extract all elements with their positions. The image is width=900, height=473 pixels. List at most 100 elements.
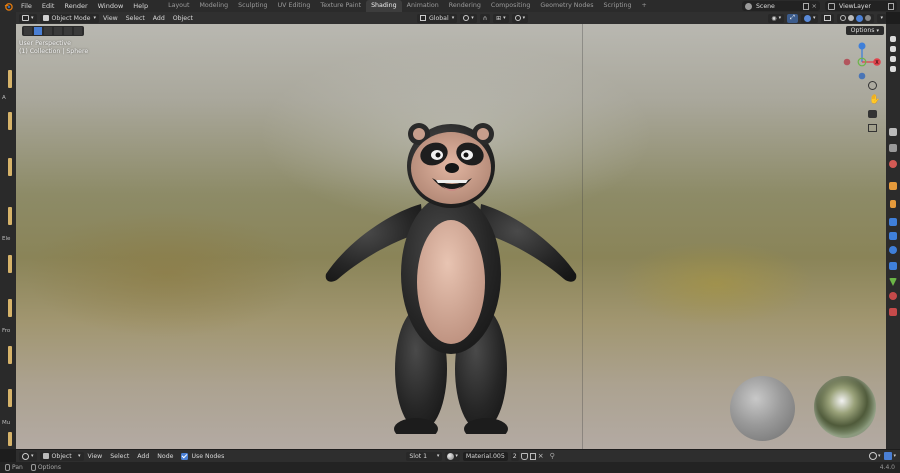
rendered-shading-icon[interactable]: [865, 15, 872, 21]
object-menu[interactable]: Object: [169, 15, 197, 22]
grid-view-icon[interactable]: [868, 124, 877, 132]
node-editor-type-button[interactable]: ▾: [19, 451, 37, 461]
pivot-point-button[interactable]: ▾: [460, 13, 477, 23]
node-select-menu[interactable]: Select: [106, 453, 133, 460]
slot-dropdown[interactable]: Slot 1 ▾: [406, 451, 443, 461]
scene-copy-icon[interactable]: [802, 2, 809, 10]
select-intersect-icon[interactable]: [74, 27, 82, 35]
select-menu[interactable]: Select: [122, 15, 149, 22]
material-browse-icon[interactable]: [447, 452, 455, 460]
material-icon[interactable]: [889, 292, 897, 300]
node-add-menu[interactable]: Add: [133, 453, 153, 460]
render-icon[interactable]: [890, 36, 896, 42]
shader-type-dropdown[interactable]: Object ▾: [39, 451, 84, 461]
tweak-tool-icon[interactable]: [24, 27, 32, 35]
select-invert-icon[interactable]: [64, 27, 72, 35]
3d-viewport[interactable]: User Perspective (1) Collection | Sphere…: [16, 24, 886, 449]
add-workspace-button[interactable]: +: [637, 0, 652, 12]
select-extend-icon[interactable]: [44, 27, 52, 35]
duplicate-material-icon[interactable]: [529, 452, 536, 460]
mesh-data-icon[interactable]: [889, 278, 897, 286]
object-data-icon[interactable]: [890, 200, 896, 208]
viewlayer-selector[interactable]: ViewLayer: [825, 1, 897, 11]
bear-character-model[interactable]: [316, 94, 586, 434]
eye-icon: ◉: [771, 14, 777, 22]
output-icon[interactable]: [890, 46, 896, 52]
material-preview-icon[interactable]: [856, 14, 864, 22]
navigation-gizmo[interactable]: X: [842, 42, 882, 82]
magnet-icon: ∩: [482, 14, 488, 22]
fake-user-shield-icon[interactable]: [520, 452, 528, 460]
shading-mode-buttons[interactable]: [837, 13, 875, 23]
scene-props-icon[interactable]: [890, 66, 896, 72]
snap-target-button[interactable]: ⊞ ▾: [493, 13, 509, 23]
xray-toggle-button[interactable]: [821, 13, 835, 23]
menu-window[interactable]: Window: [93, 0, 129, 12]
zoom-icon[interactable]: [868, 81, 877, 90]
view-layer-icon[interactable]: [890, 56, 896, 62]
shading-options-button[interactable]: ▾: [877, 13, 886, 23]
scene-selector[interactable]: Scene ×: [742, 1, 820, 11]
tab-scripting[interactable]: Scripting: [599, 0, 637, 12]
tab-animation[interactable]: Animation: [402, 0, 444, 12]
snap-button[interactable]: ∩: [479, 13, 491, 23]
menu-file[interactable]: File: [16, 0, 37, 12]
menu-render[interactable]: Render: [59, 0, 92, 12]
tab-modeling[interactable]: Modeling: [195, 0, 234, 12]
tab-shading[interactable]: Shading: [366, 0, 402, 12]
left-strip-marker: [8, 255, 12, 273]
blender-logo-icon[interactable]: [3, 1, 13, 11]
material-name-field[interactable]: Material.005: [462, 451, 508, 461]
tab-geometry-nodes[interactable]: Geometry Nodes: [535, 0, 598, 12]
world-icon[interactable]: [889, 144, 897, 152]
add-menu[interactable]: Add: [149, 15, 169, 22]
node-snap-icon[interactable]: [884, 452, 893, 460]
menu-edit[interactable]: Edit: [37, 0, 60, 12]
options-button[interactable]: Options ▾: [845, 26, 884, 35]
tab-layout[interactable]: Layout: [163, 0, 194, 12]
chevron-down-icon: ▾: [503, 15, 506, 21]
material-selector[interactable]: ▾: [445, 451, 460, 461]
snap-target-icon: ⊞: [496, 14, 502, 22]
node-view-menu[interactable]: View: [84, 453, 107, 460]
node-overlay-icon[interactable]: [868, 452, 877, 460]
menu-help[interactable]: Help: [128, 0, 153, 12]
solid-shading-icon[interactable]: [848, 15, 855, 21]
gizmo-toggle-button[interactable]: ⤢: [787, 13, 798, 23]
overlay-toggle-button[interactable]: ▾: [800, 13, 819, 23]
use-nodes-toggle[interactable]: Use Nodes: [177, 452, 228, 460]
visibility-button[interactable]: ◉ ▾: [768, 13, 785, 23]
select-subtract-icon[interactable]: [54, 27, 62, 35]
neg-x-axis-handle: [843, 58, 851, 66]
modifier-wrench-icon[interactable]: [889, 218, 897, 226]
object-mode-dropdown[interactable]: Object Mode ▾: [39, 13, 100, 23]
tab-rendering[interactable]: Rendering: [444, 0, 486, 12]
texture-icon[interactable]: [889, 308, 897, 316]
tab-sculpting[interactable]: Sculpting: [233, 0, 272, 12]
camera-view-icon[interactable]: [868, 110, 877, 118]
object-icon[interactable]: [889, 182, 897, 190]
tool-icon[interactable]: [889, 128, 897, 136]
physics-icon[interactable]: [889, 246, 897, 254]
proportional-editing-button[interactable]: ▾: [511, 13, 529, 23]
select-box-icon[interactable]: [34, 27, 42, 35]
view-menu[interactable]: View: [99, 15, 122, 22]
tab-texture-paint[interactable]: Texture Paint: [315, 0, 366, 12]
tab-uv-editing[interactable]: UV Editing: [273, 0, 316, 12]
use-nodes-checkbox[interactable]: [181, 452, 189, 460]
material-user-count[interactable]: 2: [510, 451, 519, 461]
unlink-material-close-icon[interactable]: ×: [538, 452, 544, 460]
pin-icon[interactable]: ⚲: [550, 452, 555, 460]
editor-type-button[interactable]: ▾: [19, 13, 37, 23]
transform-orientation-dropdown[interactable]: Global ▾: [416, 13, 458, 23]
constraints-icon[interactable]: [889, 262, 897, 270]
wireframe-shading-icon[interactable]: [840, 15, 847, 21]
node-menu[interactable]: Node: [153, 453, 177, 460]
viewlayer-copy-icon[interactable]: [888, 2, 894, 10]
scene-close-icon[interactable]: ×: [812, 2, 817, 10]
object-mode-icon: [42, 15, 49, 21]
collection-icon[interactable]: [889, 160, 897, 168]
particles-icon[interactable]: [889, 232, 897, 240]
pan-hand-icon[interactable]: ✋: [869, 95, 880, 105]
tab-compositing[interactable]: Compositing: [486, 0, 535, 12]
